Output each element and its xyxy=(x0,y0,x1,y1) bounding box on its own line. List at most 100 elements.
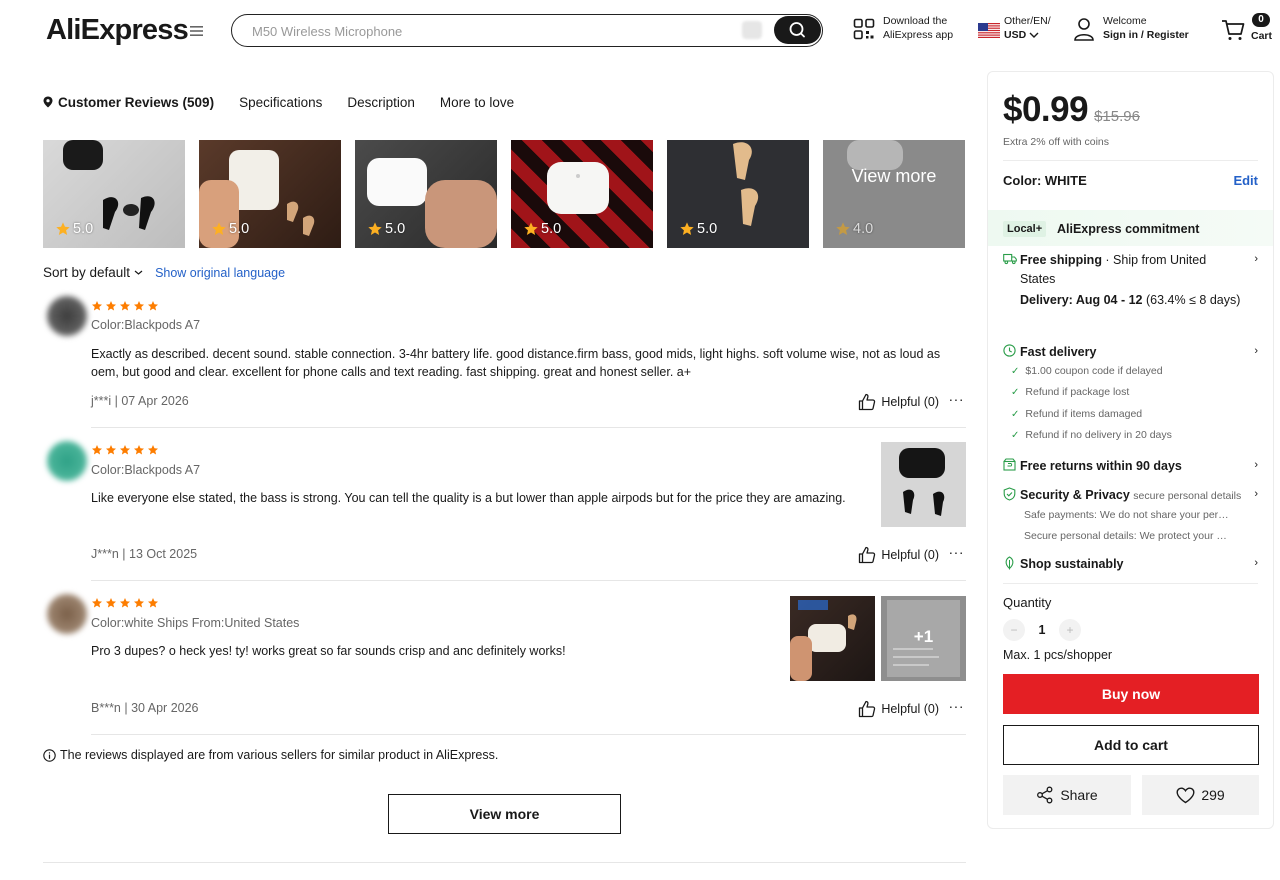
menu-icon[interactable] xyxy=(190,25,203,37)
camera-search-icon[interactable] xyxy=(742,21,762,39)
more-options-icon[interactable]: ··· xyxy=(949,544,965,560)
photo-rating-value: 5.0 xyxy=(697,221,718,237)
search-button[interactable] xyxy=(774,16,821,44)
photo-rating: 5.0 xyxy=(211,221,249,237)
disclaimer-text: The reviews displayed are from various s… xyxy=(60,748,499,762)
guarantee-text: Refund if items damaged xyxy=(1025,408,1143,420)
fast-delivery-label: Fast delivery xyxy=(1020,345,1097,359)
download-line-1: Download the xyxy=(883,15,948,27)
download-app-link[interactable]: Download the AliExpress app xyxy=(883,14,953,42)
review-author-date: J***n | 13 Oct 2025 xyxy=(91,547,198,561)
photo-rating: 5.0 xyxy=(679,221,717,237)
review-photo[interactable] xyxy=(881,442,966,527)
star-icon xyxy=(148,598,158,608)
more-options-icon[interactable]: ··· xyxy=(949,698,965,714)
star-rating xyxy=(91,597,159,609)
tab-more-to-love[interactable]: More to love xyxy=(440,95,514,110)
increase-quantity-button[interactable]: + xyxy=(1059,619,1081,641)
account-menu[interactable]: Welcome Sign in / Register xyxy=(1103,14,1189,42)
language-currency-selector[interactable]: Other/EN/ USD xyxy=(1004,14,1051,42)
decrease-quantity-button[interactable]: − xyxy=(1003,619,1025,641)
thumbs-up-icon xyxy=(859,546,876,564)
share-button[interactable]: Share xyxy=(1003,775,1131,815)
more-review-photos[interactable]: +1 xyxy=(881,596,966,681)
more-options-icon[interactable]: ··· xyxy=(949,391,965,407)
photo-rating-value: 5.0 xyxy=(229,221,250,237)
helpful-button[interactable]: Helpful (0) xyxy=(858,393,939,411)
user-icon[interactable] xyxy=(1073,17,1095,41)
lang-line-2: USD xyxy=(1004,29,1027,41)
review-photo-thumbnail[interactable]: 5.0 xyxy=(667,140,809,248)
location-pin-icon xyxy=(43,96,53,108)
check-icon: ✓ xyxy=(1011,429,1020,441)
edit-color-link[interactable]: Edit xyxy=(1233,173,1258,188)
star-icon xyxy=(368,222,382,235)
chevron-down-icon xyxy=(134,270,143,275)
review-photo-thumbnail[interactable]: 5.0 xyxy=(43,140,185,248)
chevron-right-icon: › xyxy=(1254,557,1258,569)
star-icon xyxy=(680,222,694,235)
photo-rating-value: 5.0 xyxy=(541,221,562,237)
review-photo-thumbnail[interactable]: 5.0 xyxy=(199,140,341,248)
tab-customer-reviews[interactable]: Customer Reviews (509) xyxy=(43,95,214,110)
clock-icon xyxy=(1003,344,1016,357)
security-line: Safe payments: We do not share your pers… xyxy=(1024,509,1230,521)
info-icon xyxy=(43,748,56,762)
leaf-icon xyxy=(1005,556,1014,570)
review-photo[interactable] xyxy=(790,596,875,681)
thumbs-up-icon xyxy=(859,393,876,411)
sustain-label: Shop sustainably xyxy=(1020,557,1124,571)
returns-label: Free returns within 90 days xyxy=(1020,459,1182,473)
view-more-reviews-button[interactable]: View more xyxy=(388,794,621,834)
cart-icon[interactable] xyxy=(1221,19,1245,41)
guarantee-item: ✓ Refund if items damaged xyxy=(1011,408,1142,420)
search-input[interactable] xyxy=(252,22,732,40)
aliexpress-logo[interactable]: AliExpress xyxy=(46,14,189,47)
avatar xyxy=(47,296,87,336)
photo-rating-value: 5.0 xyxy=(385,221,406,237)
cart-label[interactable]: Cart xyxy=(1251,30,1272,42)
view-more-photos[interactable]: View more 4.0 xyxy=(823,140,965,248)
earbuds-photo xyxy=(899,448,945,516)
star-icon xyxy=(134,598,144,608)
quantity-value[interactable]: 1 xyxy=(1025,623,1059,637)
download-line-2: AliExpress app xyxy=(883,29,954,41)
chevron-right-icon: › xyxy=(1254,253,1258,265)
wishlist-button[interactable]: 299 xyxy=(1142,775,1259,815)
fast-delivery-title: Fast delivery xyxy=(1020,343,1242,362)
lang-line-1: Other/EN/ xyxy=(1004,15,1051,27)
section-divider xyxy=(43,862,966,863)
helpful-button[interactable]: Helpful (0) xyxy=(858,546,939,564)
security-title: Security & Privacy secure personal detai… xyxy=(1020,486,1242,506)
tab-description[interactable]: Description xyxy=(347,95,415,110)
photo-rating: 5.0 xyxy=(367,221,405,237)
sign-in-link: Sign in / Register xyxy=(1103,29,1189,41)
free-returns-info[interactable]: Free returns within 90 days › xyxy=(1003,457,1258,477)
sustainability-info[interactable]: Shop sustainably › xyxy=(1003,555,1258,575)
show-original-language-link[interactable]: Show original language xyxy=(155,266,285,280)
photo-rating: 5.0 xyxy=(55,221,93,237)
security-note: secure personal details xyxy=(1133,490,1242,502)
fast-delivery-info[interactable]: Fast delivery › ✓ $1.00 coupon code if de… xyxy=(1003,343,1258,443)
coins-discount-note: Extra 2% off with coins xyxy=(1003,136,1110,148)
shipping-info[interactable]: Free shipping · Ship from United States … xyxy=(1003,251,1258,331)
security-line: Secure personal details: We protect your… xyxy=(1024,530,1230,542)
add-to-cart-button[interactable]: Add to cart xyxy=(1003,725,1259,765)
star-icon xyxy=(134,445,144,455)
us-flag-icon xyxy=(978,23,1000,38)
review-photo-thumbnail[interactable]: 5.0 xyxy=(511,140,653,248)
sort-dropdown[interactable]: Sort by default xyxy=(43,265,130,280)
guarantee-item: ✓ Refund if no delivery in 20 days xyxy=(1011,429,1172,441)
check-icon: ✓ xyxy=(1011,408,1020,420)
star-icon xyxy=(106,598,116,608)
heart-icon xyxy=(1176,786,1195,803)
review-text: Like everyone else stated, the bass is s… xyxy=(91,491,846,505)
tab-specifications[interactable]: Specifications xyxy=(239,95,322,110)
star-icon xyxy=(212,222,226,235)
review-photo-thumbnail[interactable]: 5.0 xyxy=(355,140,497,248)
commitment-banner: Local+ AliExpress commitment xyxy=(988,210,1273,246)
buy-now-button[interactable]: Buy now xyxy=(1003,674,1259,714)
helpful-button[interactable]: Helpful (0) xyxy=(858,700,939,718)
review-text: Pro 3 dupes? o heck yes! ty! works great… xyxy=(91,644,566,658)
security-privacy-info[interactable]: Security & Privacy secure personal detai… xyxy=(1003,486,1258,546)
